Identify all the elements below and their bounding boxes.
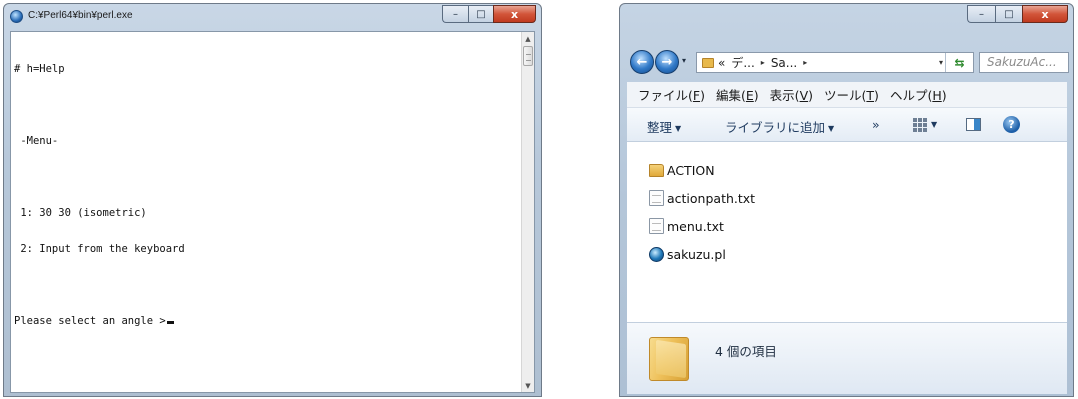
menu-file[interactable]: ファイル(F) [638,85,705,104]
menu-tools[interactable]: ツール(T) [824,85,879,104]
console-line: 1: 30 30 (isometric) [14,207,147,219]
console-title-bar[interactable]: C:¥Perl64¥bin¥perl.exe – □ x [4,4,541,30]
address-dropdown-icon[interactable]: ▾ [939,58,943,67]
refresh-icon[interactable]: ⇆ [945,53,973,72]
breadcrumb-arrow-icon[interactable]: ▸ [803,58,807,67]
command-bar: 整理 ▼ ライブラリに追加 ▼ » ▼ ? [627,108,1067,142]
console-line: # h=Help [14,63,65,75]
recent-pages-dropdown-icon[interactable]: ▾ [682,56,686,65]
breadcrumb-overflow[interactable]: « [718,56,725,70]
console-scrollbar[interactable]: ▲ ▼ [521,32,534,392]
explorer-caption-buttons: – □ x [967,5,1068,23]
file-list[interactable]: ACTION actionpath.txt menu.txt sakuzu.pl [627,142,1067,322]
details-pane: 4 個の項目 [627,322,1067,394]
console-text: # h=Help -Menu- 1: 30 30 (isometric) 2: … [14,39,185,351]
console-title: C:¥Perl64¥bin¥perl.exe [28,10,133,21]
view-dropdown-icon[interactable]: ▼ [931,120,937,129]
text-file-icon [649,190,664,206]
console-line: -Menu- [14,135,59,147]
close-button[interactable]: x [493,5,536,23]
folder-icon [649,337,689,381]
scroll-up-arrow-icon[interactable]: ▲ [522,32,534,45]
search-input[interactable]: SakuzuAc... [979,52,1069,73]
folder-icon [702,57,714,68]
maximize-button[interactable]: □ [995,5,1022,23]
console-prompt: Please select an angle > [14,315,166,327]
menu-edit[interactable]: 編集(E) [716,85,759,104]
add-to-library-button[interactable]: ライブラリに追加 ▼ [725,117,834,136]
text-cursor [166,321,174,324]
breadcrumb-segment[interactable]: デ... [731,54,754,71]
dropdown-arrow-icon: ▼ [675,124,682,133]
preview-pane-icon[interactable] [966,118,981,131]
change-view-icon[interactable] [913,118,927,132]
breadcrumb-arrow-icon[interactable]: ▸ [761,58,765,67]
back-button[interactable]: ← [630,50,654,74]
more-commands-button[interactable]: » [872,117,880,132]
grip-icon [526,54,531,61]
organize-button[interactable]: 整理 ▼ [647,117,681,136]
file-name: menu.txt [667,218,724,234]
close-button[interactable]: x [1022,5,1068,23]
file-name: ACTION [667,162,715,178]
minimize-button[interactable]: – [442,5,468,23]
scroll-thumb[interactable] [523,46,533,66]
navigation-bar: ← → ▾ « デ... ▸ Sa... ▸ ▾ ⇆ SakuzuAc... [628,47,1069,77]
menu-help[interactable]: ヘルプ(H) [890,85,947,104]
list-item[interactable]: sakuzu.pl [649,245,726,263]
text-file-icon [649,218,664,234]
scroll-down-arrow-icon[interactable]: ▼ [522,379,534,392]
explorer-window: – □ x ← → ▾ « デ... ▸ Sa... ▸ ▾ ⇆ SakuzuA… [619,3,1074,397]
console-caption-buttons: – □ x [442,5,536,24]
breadcrumb-segment[interactable]: Sa... [771,56,797,70]
console-line: 2: Input from the keyboard [14,243,185,255]
file-name: sakuzu.pl [667,246,726,262]
perl-app-icon[interactable] [10,10,23,23]
console-output[interactable]: # h=Help -Menu- 1: 30 30 (isometric) 2: … [10,31,535,393]
console-window: C:¥Perl64¥bin¥perl.exe – □ x # h=Help -M… [3,3,542,397]
menu-bar: ファイル(F) 編集(E) 表示(V) ツール(T) ヘルプ(H) [627,82,1067,108]
dropdown-arrow-icon: ▼ [828,124,835,133]
folder-icon [649,163,664,177]
list-item[interactable]: ACTION [649,161,715,179]
list-item[interactable]: menu.txt [649,217,724,235]
menu-view[interactable]: 表示(V) [770,85,813,104]
address-bar[interactable]: « デ... ▸ Sa... ▸ ▾ ⇆ [696,52,974,73]
help-icon[interactable]: ? [1003,116,1020,133]
item-count: 4 個の項目 [715,344,777,359]
maximize-button[interactable]: □ [468,5,493,23]
file-name: actionpath.txt [667,190,756,206]
forward-button[interactable]: → [655,50,679,74]
console-prompt-line[interactable]: Please select an angle > [14,315,185,327]
minimize-button[interactable]: – [967,5,995,23]
perl-script-icon [649,246,664,262]
list-item[interactable]: actionpath.txt [649,189,755,207]
